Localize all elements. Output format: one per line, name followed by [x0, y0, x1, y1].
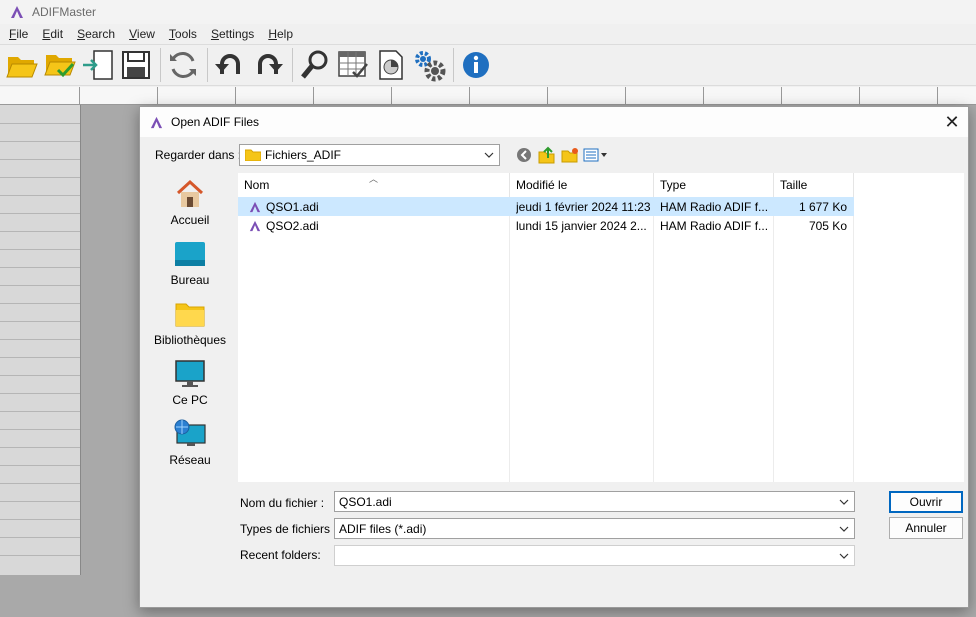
back-button[interactable] [513, 145, 535, 165]
import-icon [83, 50, 113, 80]
filetype-label: Types de fichiers : [240, 522, 337, 536]
undo-button[interactable] [212, 47, 248, 83]
file-list[interactable]: Nom ︿ Modifié le Type Taille QSO1.adi je… [238, 173, 964, 482]
toolbar-separator [292, 48, 293, 82]
report-button[interactable] [373, 47, 409, 83]
sort-up-icon: ︿ [369, 174, 379, 184]
file-row-qso2[interactable]: QSO2.adi lundi 15 janvier 2024 2... HAM … [238, 216, 854, 235]
main-toolbar [0, 44, 976, 86]
new-folder-icon [561, 148, 578, 163]
adifmaster-logo-icon [11, 6, 23, 18]
table-check-button[interactable] [335, 47, 371, 83]
search-icon [301, 50, 328, 79]
toolbar-separator [160, 48, 161, 82]
close-icon: ✕ [944, 111, 960, 132]
close-button[interactable]: ✕ [940, 110, 964, 134]
open-checked-icon [44, 55, 76, 78]
back-arrow-icon [517, 148, 531, 162]
dialog-nav-toolbar [513, 145, 611, 165]
filetype-select[interactable]: ADIF files (*.adi) [334, 518, 855, 539]
adifmaster-logo-icon [150, 116, 163, 128]
cancel-button[interactable]: Annuler [889, 517, 963, 539]
refresh-button[interactable] [165, 47, 201, 83]
home-icon [176, 179, 204, 207]
menu-search[interactable]: Search [70, 27, 122, 41]
recent-folders-select[interactable] [334, 545, 855, 566]
recent-folders-label: Recent folders: [240, 548, 321, 562]
chevron-down-icon [839, 526, 849, 532]
network-icon [174, 419, 206, 446]
toolbar-separator [453, 48, 454, 82]
menu-view[interactable]: View [122, 27, 162, 41]
menu-tools[interactable]: Tools [162, 27, 204, 41]
file-row-qso1[interactable]: QSO1.adi jeudi 1 février 2024 11:23 HAM … [238, 197, 854, 216]
open-folder-icon [6, 57, 38, 78]
menu-settings[interactable]: Settings [204, 27, 261, 41]
toolbar-separator [207, 48, 208, 82]
report-icon [379, 50, 403, 80]
open-checked-button[interactable] [42, 47, 78, 83]
menu-help[interactable]: Help [261, 27, 300, 41]
chevron-down-icon [839, 499, 849, 505]
place-bureau[interactable]: Bureau [148, 238, 232, 294]
desktop-icon [175, 242, 205, 266]
column-header-modified[interactable]: Modifié le [510, 173, 654, 197]
place-bibliotheques[interactable]: Bibliothèques [148, 298, 232, 354]
open-folder-button[interactable] [4, 47, 40, 83]
place-ce-pc[interactable]: Ce PC [148, 358, 232, 414]
column-header-name[interactable]: Nom ︿ [238, 173, 510, 197]
open-file-dialog: Open ADIF Files ✕ Regarder dans : Fichie… [139, 106, 969, 608]
redo-button[interactable] [250, 47, 286, 83]
up-folder-button[interactable] [536, 145, 558, 165]
look-in-label: Regarder dans : [155, 148, 242, 162]
import-button[interactable] [80, 47, 116, 83]
filename-label: Nom du fichier : [240, 496, 325, 510]
menu-bar: File Edit Search View Tools Settings Hel… [0, 24, 976, 44]
folder-icon [245, 149, 261, 161]
open-button[interactable]: Ouvrir [889, 491, 963, 513]
menu-file[interactable]: File [2, 27, 35, 41]
adif-file-icon [249, 220, 261, 231]
places-bar: Accueil Bureau Bibliothèques Ce PC Résea… [148, 172, 232, 482]
info-icon [463, 52, 489, 78]
redo-icon [258, 54, 283, 74]
chevron-down-icon [484, 152, 494, 158]
libraries-icon [175, 303, 205, 327]
info-button[interactable] [458, 47, 494, 83]
undo-icon [215, 54, 240, 74]
column-header-type[interactable]: Type [654, 173, 774, 197]
look-in-combo[interactable]: Fichiers_ADIF [239, 144, 500, 166]
settings-button[interactable] [411, 47, 447, 83]
up-folder-icon [538, 146, 555, 164]
app-title: ADIFMaster [32, 5, 97, 19]
dialog-title: Open ADIF Files [171, 115, 260, 129]
view-list-icon [583, 148, 607, 162]
filename-input[interactable]: QSO1.adi [334, 491, 855, 512]
computer-icon [175, 360, 205, 387]
adif-file-icon [249, 201, 261, 212]
new-folder-button[interactable] [559, 145, 581, 165]
app-titlebar: ADIFMaster [0, 0, 976, 24]
file-list-header: Nom ︿ Modifié le Type Taille [238, 173, 964, 197]
menu-edit[interactable]: Edit [35, 27, 70, 41]
view-menu-button[interactable] [582, 145, 610, 165]
refresh-icon [170, 52, 196, 78]
table-check-icon [338, 51, 368, 78]
column-header-size[interactable]: Taille [774, 173, 854, 197]
chevron-down-icon [839, 553, 849, 559]
dialog-titlebar: Open ADIF Files ✕ [140, 107, 968, 137]
search-button[interactable] [297, 47, 333, 83]
place-reseau[interactable]: Réseau [148, 418, 232, 474]
settings-gears-icon [415, 51, 446, 82]
save-button[interactable] [118, 47, 154, 83]
save-icon [122, 51, 150, 79]
place-accueil[interactable]: Accueil [148, 178, 232, 234]
